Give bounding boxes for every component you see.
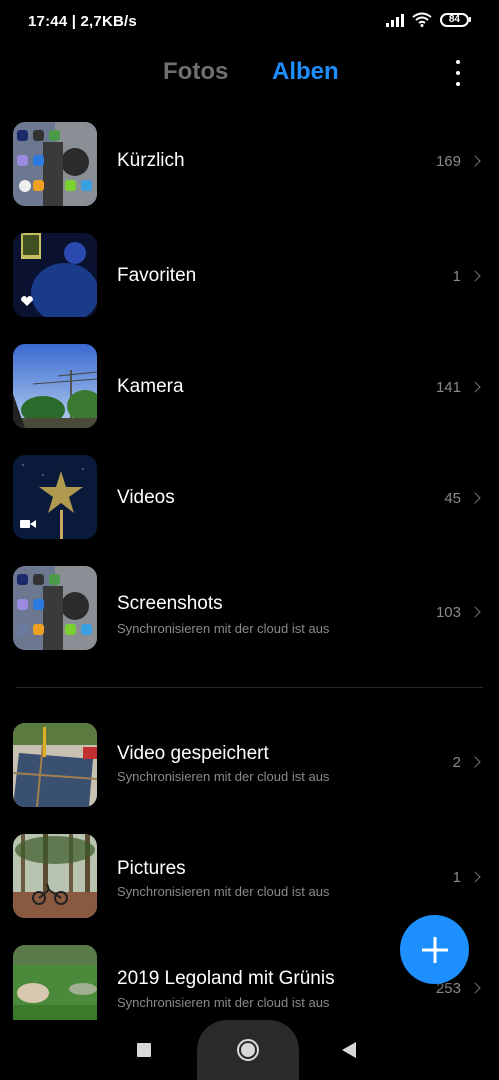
album-title: Kamera (117, 376, 184, 397)
status-bar: 17:44 | 2,7KB/s 84 (0, 0, 499, 44)
album-thumbnail (13, 122, 97, 206)
album-title: Kürzlich (117, 150, 185, 171)
section-divider (16, 687, 483, 688)
navigation-bar (0, 1020, 499, 1080)
album-item-screenshots[interactable]: Screenshots Synchronisieren mit der clou… (0, 566, 499, 652)
chevron-right-icon (469, 155, 481, 167)
chevron-right-icon (469, 982, 481, 994)
album-thumbnail (13, 233, 97, 317)
album-title: Videos (117, 487, 175, 508)
album-count: 169 (435, 153, 461, 170)
album-item-pictures[interactable]: Pictures Synchronisieren mit der cloud i… (0, 834, 499, 920)
chevron-right-icon (469, 492, 481, 504)
album-thumbnail (13, 945, 97, 1020)
tab-fotos[interactable]: Fotos (163, 58, 228, 86)
album-item-kuerzlich[interactable]: Kürzlich 169 (0, 122, 499, 208)
album-title: Screenshots (117, 593, 223, 614)
album-count: 2 (452, 754, 461, 771)
chevron-right-icon (469, 871, 481, 883)
album-item-kamera[interactable]: Kamera 141 (0, 344, 499, 430)
album-thumbnail (13, 723, 97, 807)
album-title: 2019 Legoland mit Grünis (117, 968, 335, 989)
album-sync-status: Synchronisieren mit der cloud ist aus (117, 621, 330, 636)
album-sync-status: Synchronisieren mit der cloud ist aus (117, 995, 330, 1010)
album-count: 1 (452, 268, 461, 285)
album-title: Pictures (117, 858, 186, 879)
chevron-right-icon (469, 381, 481, 393)
more-vertical-icon[interactable] (448, 60, 468, 86)
album-item-videos[interactable]: Videos 45 (0, 455, 499, 541)
album-title: Favoriten (117, 265, 197, 286)
album-thumbnail (13, 566, 97, 650)
wifi-icon (412, 12, 432, 27)
battery-icon: 84 (439, 12, 471, 27)
album-count: 103 (435, 604, 461, 621)
chevron-right-icon (469, 270, 481, 282)
album-count: 45 (444, 490, 461, 507)
album-thumbnail (13, 834, 97, 918)
album-count: 1 (452, 869, 461, 886)
status-icons: 84 (385, 12, 471, 27)
signal-icon (385, 13, 404, 27)
album-item-video-gespeichert[interactable]: Video gespeichert Synchronisieren mit de… (0, 723, 499, 809)
header-tabs: Fotos Alben (0, 58, 499, 88)
album-item-favoriten[interactable]: Favoriten 1 (0, 233, 499, 319)
album-sync-status: Synchronisieren mit der cloud ist aus (117, 769, 330, 784)
tab-alben[interactable]: Alben (272, 58, 339, 86)
chevron-right-icon (469, 606, 481, 618)
album-thumbnail (13, 344, 97, 428)
album-thumbnail (13, 455, 97, 539)
chevron-right-icon (469, 756, 481, 768)
album-count: 141 (435, 379, 461, 396)
battery-level: 84 (448, 13, 460, 25)
recents-icon[interactable] (137, 1043, 151, 1057)
album-title: Video gespeichert (117, 743, 269, 764)
status-time-network: 17:44 | 2,7KB/s (28, 13, 137, 30)
home-icon-inner (241, 1043, 255, 1057)
album-sync-status: Synchronisieren mit der cloud ist aus (117, 884, 330, 899)
back-icon[interactable] (342, 1042, 356, 1058)
add-album-button[interactable] (400, 915, 469, 984)
